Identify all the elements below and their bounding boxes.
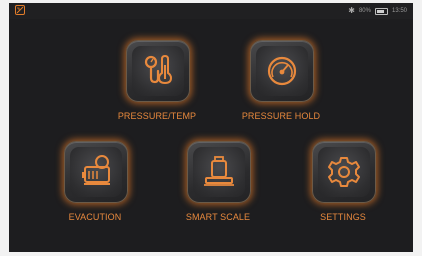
pressure-hold-label: PRESSURE HOLD bbox=[241, 111, 321, 121]
evacuation-button[interactable] bbox=[64, 141, 128, 203]
gauge-thermometer-icon bbox=[144, 54, 173, 85]
gear-icon bbox=[328, 157, 360, 187]
smart-scale-label: SMART SCALE bbox=[185, 212, 251, 222]
evacuation-label: EVACUTION bbox=[68, 212, 122, 222]
vacuum-pump-icon bbox=[82, 155, 110, 185]
scale-icon bbox=[204, 156, 234, 186]
battery-level bbox=[376, 9, 384, 13]
pressure-hold-button[interactable] bbox=[250, 40, 314, 102]
battery-icon bbox=[374, 7, 388, 15]
settings-label: SETTINGS bbox=[320, 212, 366, 222]
pressure-temp-button[interactable] bbox=[126, 40, 190, 102]
settings-button[interactable] bbox=[312, 141, 376, 203]
smart-scale-button[interactable] bbox=[187, 141, 251, 203]
status-bar: ✱ 80% 13:50 bbox=[9, 3, 413, 19]
app-logo-icon bbox=[15, 5, 25, 15]
clock: 13:50 bbox=[391, 8, 407, 14]
pressure-gauge-icon bbox=[267, 56, 297, 86]
battery-percent: 80% bbox=[358, 8, 371, 14]
status-indicators: ✱ 80% 13:50 bbox=[348, 6, 407, 16]
device-screen: ✱ 80% 13:50 PRESSURE/TEMP PRESSURE HOLD bbox=[9, 3, 413, 252]
bluetooth-icon: ✱ bbox=[348, 6, 355, 15]
pressure-temp-label: PRESSURE/TEMP bbox=[117, 111, 197, 121]
